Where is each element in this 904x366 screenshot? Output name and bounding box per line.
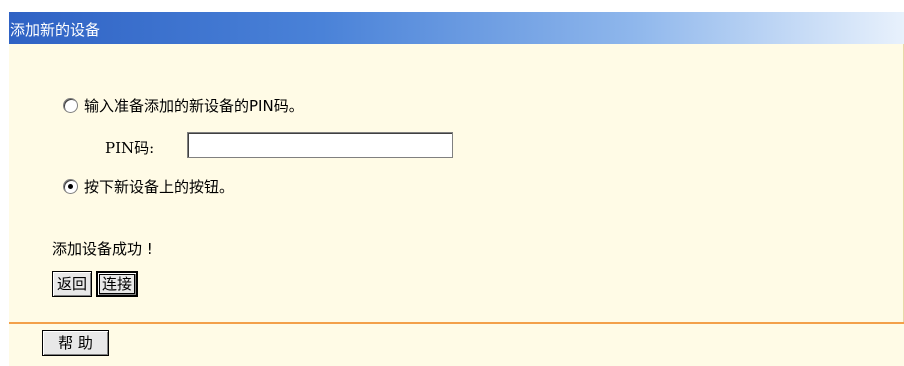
pin-field-label: PIN码:	[105, 139, 155, 157]
connect-button[interactable]: 连接	[96, 271, 139, 297]
help-button[interactable]: 帮 助	[42, 330, 109, 356]
bottom-bar	[9, 324, 904, 366]
status-row: 添加设备成功 !	[52, 238, 153, 259]
back-button[interactable]: 返回	[52, 271, 93, 297]
status-message: 添加设备成功 !	[52, 240, 153, 258]
button-option-label: 按下新设备上的按钮。	[84, 178, 235, 196]
pin-field-row: PIN码:	[105, 137, 154, 158]
pin-input[interactable]	[187, 132, 453, 158]
page-header: 添加新的设备	[9, 12, 904, 44]
pin-option-label: 输入准备添加的新设备的PIN码。	[84, 97, 304, 115]
button-option-row: 按下新设备上的按钮。	[63, 176, 234, 197]
pin-option-radio[interactable]	[63, 98, 78, 113]
page-title: 添加新的设备	[10, 21, 101, 39]
pin-option-row: 输入准备添加的新设备的PIN码。	[63, 95, 304, 116]
button-option-radio[interactable]	[63, 179, 78, 194]
